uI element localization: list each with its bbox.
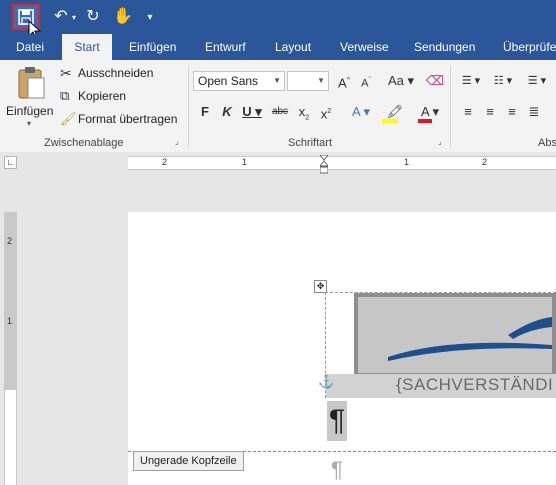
underline-icon[interactable]: U ▾: [239, 102, 265, 122]
justify-icon[interactable]: ≣: [524, 102, 544, 122]
paste-icon: [18, 67, 45, 99]
anchor-icon: ⚓: [318, 374, 335, 389]
copy-button[interactable]: ⧉ Kopieren: [58, 88, 158, 106]
tab-references[interactable]: Verweise: [340, 34, 389, 60]
logo-image[interactable]: [354, 293, 556, 377]
copy-icon: ⧉: [60, 88, 70, 103]
tab-home[interactable]: Start: [62, 34, 112, 60]
strikethrough-icon[interactable]: abc: [270, 102, 290, 122]
ribbon-tab-bar: Datei Start Einfügen Entwurf Layout Verw…: [0, 34, 556, 60]
brush-icon: 🖌: [60, 111, 77, 126]
text-effects-icon[interactable]: A ▾: [346, 102, 376, 122]
chevron-down-icon: ▼: [273, 76, 281, 85]
superscript-icon[interactable]: x2: [316, 102, 336, 122]
cut-button[interactable]: ✂ Ausschneiden: [58, 65, 158, 83]
highlight-color-icon[interactable]: 🖍: [380, 102, 410, 123]
ruler-tick-label: 2: [162, 157, 168, 167]
align-right-icon[interactable]: ≡: [502, 102, 522, 122]
wave-logo-icon: [388, 317, 552, 361]
bullets-icon[interactable]: ☰ ▾: [456, 71, 486, 91]
numbering-icon[interactable]: ☷ ▾: [488, 71, 518, 91]
tab-mailings[interactable]: Sendungen: [414, 34, 475, 60]
ribbon: Einfügen ▾ ✂ Ausschneiden ⧉ Kopieren 🖌 F…: [0, 60, 556, 153]
subscript-icon[interactable]: x2: [294, 102, 314, 122]
clipboard-group-label: Zwischenablage: [44, 137, 124, 149]
change-case-icon[interactable]: Aa ▾: [386, 71, 416, 91]
paste-label: Einfügen: [6, 104, 54, 118]
undo-icon[interactable]: ↶: [50, 4, 72, 30]
tab-selector[interactable]: ∟: [4, 156, 17, 169]
tab-file[interactable]: Datei: [16, 34, 44, 60]
clear-formatting-icon[interactable]: ⌫: [425, 71, 445, 91]
paragraph-mark[interactable]: ¶: [331, 457, 343, 483]
clipboard-dialog-launcher-icon[interactable]: ⌟: [175, 138, 183, 146]
shrink-font-icon[interactable]: Aˇ: [356, 71, 376, 91]
horizontal-ruler[interactable]: 2 1 1 2: [128, 154, 556, 174]
chevron-down-icon: ▼: [317, 76, 325, 85]
font-name-value: Open Sans: [198, 74, 259, 88]
indent-marker-icon[interactable]: [318, 154, 330, 174]
redo-icon[interactable]: ↻: [82, 4, 104, 30]
ruler-tick-label: 1: [404, 157, 410, 167]
copy-label: Kopieren: [78, 89, 127, 103]
ruler-tick-label: 1: [7, 316, 13, 326]
format-painter-button[interactable]: 🖌 Format übertragen: [58, 111, 180, 129]
align-center-icon[interactable]: ≡: [480, 102, 500, 122]
tab-layout[interactable]: Layout: [275, 34, 311, 60]
tab-design[interactable]: Entwurf: [205, 34, 246, 60]
scissors-icon: ✂: [60, 65, 72, 81]
touch-mode-icon[interactable]: ✋: [112, 4, 134, 30]
paragraph-group-label: Abs: [538, 137, 556, 149]
ruler-tick-label: 2: [482, 157, 488, 167]
font-group-label: Schriftart: [288, 137, 333, 149]
format-painter-label: Format übertragen: [78, 112, 178, 126]
tab-review[interactable]: Überprüfen: [503, 34, 556, 60]
paste-button[interactable]: Einfügen ▾: [4, 64, 54, 128]
cut-label: Ausschneiden: [78, 66, 154, 80]
font-dialog-launcher-icon[interactable]: ⌟: [438, 138, 446, 146]
header-label: Ungerade Kopfzeile: [133, 451, 244, 471]
undo-dropdown-icon[interactable]: ▾: [70, 5, 78, 31]
font-size-dropdown[interactable]: ▼: [287, 71, 329, 91]
font-name-dropdown[interactable]: Open Sans ▼: [193, 71, 285, 91]
bold-icon[interactable]: F: [195, 102, 215, 122]
grow-font-icon[interactable]: A^: [334, 71, 354, 91]
font-color-icon[interactable]: A ▾: [415, 102, 445, 123]
ruler-tick-label: 2: [7, 236, 13, 246]
group-separator: [188, 66, 189, 148]
align-left-icon[interactable]: ≡: [458, 102, 478, 122]
italic-icon[interactable]: K: [217, 102, 237, 122]
multilevel-list-icon[interactable]: ☰ ▾: [522, 71, 552, 91]
ruler-tick-label: 1: [242, 157, 248, 167]
tab-insert[interactable]: Einfügen: [129, 34, 176, 60]
paste-dropdown-icon: ▾: [27, 119, 32, 128]
paragraph-mark[interactable]: ¶: [327, 401, 347, 441]
customize-qat-button[interactable]: ▾: [145, 5, 155, 31]
placeholder-field[interactable]: {SACHVERSTÄNDI: [396, 375, 553, 395]
group-separator: [450, 66, 451, 148]
